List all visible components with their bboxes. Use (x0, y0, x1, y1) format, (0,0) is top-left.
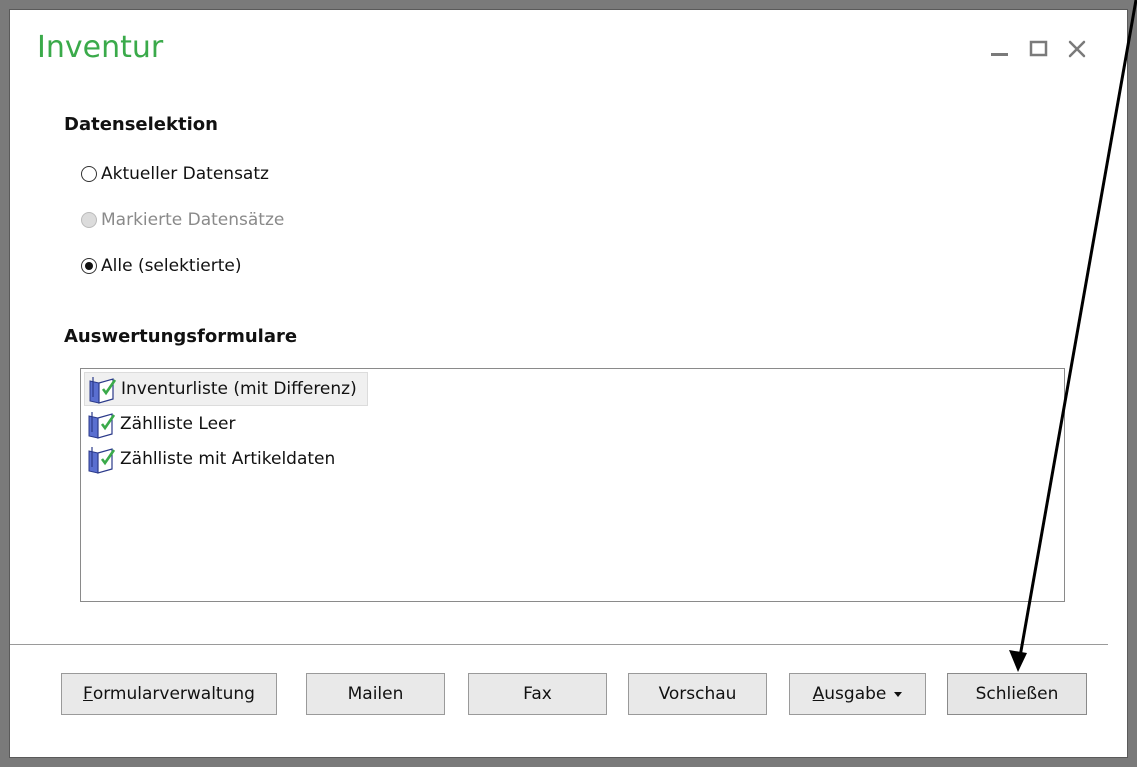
radio-button-icon (81, 212, 97, 228)
minimize-icon[interactable] (987, 36, 1013, 62)
report-form-icon (88, 412, 116, 439)
data-selection-heading: Datenselektion (64, 114, 218, 135)
close-icon[interactable] (1064, 36, 1090, 62)
list-item-label: Zählliste Leer (120, 414, 236, 434)
list-item[interactable]: Inventurliste (mit Differenz) (84, 372, 368, 406)
button-label: ormularverwaltung (92, 684, 255, 704)
fax-button[interactable]: Fax (468, 673, 607, 715)
vorschau-button[interactable]: Vorschau (628, 673, 767, 715)
radio-label: Markierte Datensätze (101, 210, 285, 230)
button-label: Fax (523, 684, 552, 704)
forms-heading: Auswertungsformulare (64, 326, 298, 347)
report-form-icon (89, 377, 117, 404)
formularverwaltung-button[interactable]: Formularverwaltung (61, 673, 277, 715)
radio-button-icon[interactable] (81, 258, 97, 274)
button-label: usgabe (824, 684, 887, 704)
forms-listbox[interactable]: Inventurliste (mit Differenz) Zählliste … (80, 368, 1065, 602)
radio-label: Aktueller Datensatz (101, 164, 269, 184)
accelerator-letter: A (812, 684, 825, 704)
list-item-label: Zählliste mit Artikeldaten (120, 449, 336, 469)
radio-current-record[interactable]: Aktueller Datensatz (81, 162, 269, 186)
list-item[interactable]: Zählliste mit Artikeldaten (84, 442, 335, 476)
radio-label: Alle (selektierte) (101, 256, 242, 276)
schliessen-button[interactable]: Schließen (947, 673, 1087, 715)
mailen-button[interactable]: Mailen (306, 673, 445, 715)
list-item[interactable]: Zählliste Leer (84, 407, 235, 441)
radio-button-icon[interactable] (81, 166, 97, 182)
button-label: Schließen (975, 684, 1059, 704)
list-item-label: Inventurliste (mit Differenz) (121, 379, 357, 399)
inventur-dialog: Inventur Datenselektion Aktueller Datens… (0, 0, 1137, 767)
button-label: Mailen (347, 684, 404, 704)
radio-all-selected[interactable]: Alle (selektierte) (81, 254, 242, 278)
button-label: Vorschau (658, 684, 737, 704)
ausgabe-dropdown-button[interactable]: Ausgabe (789, 673, 926, 715)
maximize-icon[interactable] (1026, 36, 1052, 62)
footer-divider (10, 644, 1108, 645)
caret-down-icon (894, 691, 903, 697)
radio-marked-records: Markierte Datensätze (81, 208, 284, 232)
report-form-icon (88, 447, 116, 474)
accelerator-letter: F (83, 684, 93, 704)
dialog-title: Inventur (37, 30, 164, 65)
